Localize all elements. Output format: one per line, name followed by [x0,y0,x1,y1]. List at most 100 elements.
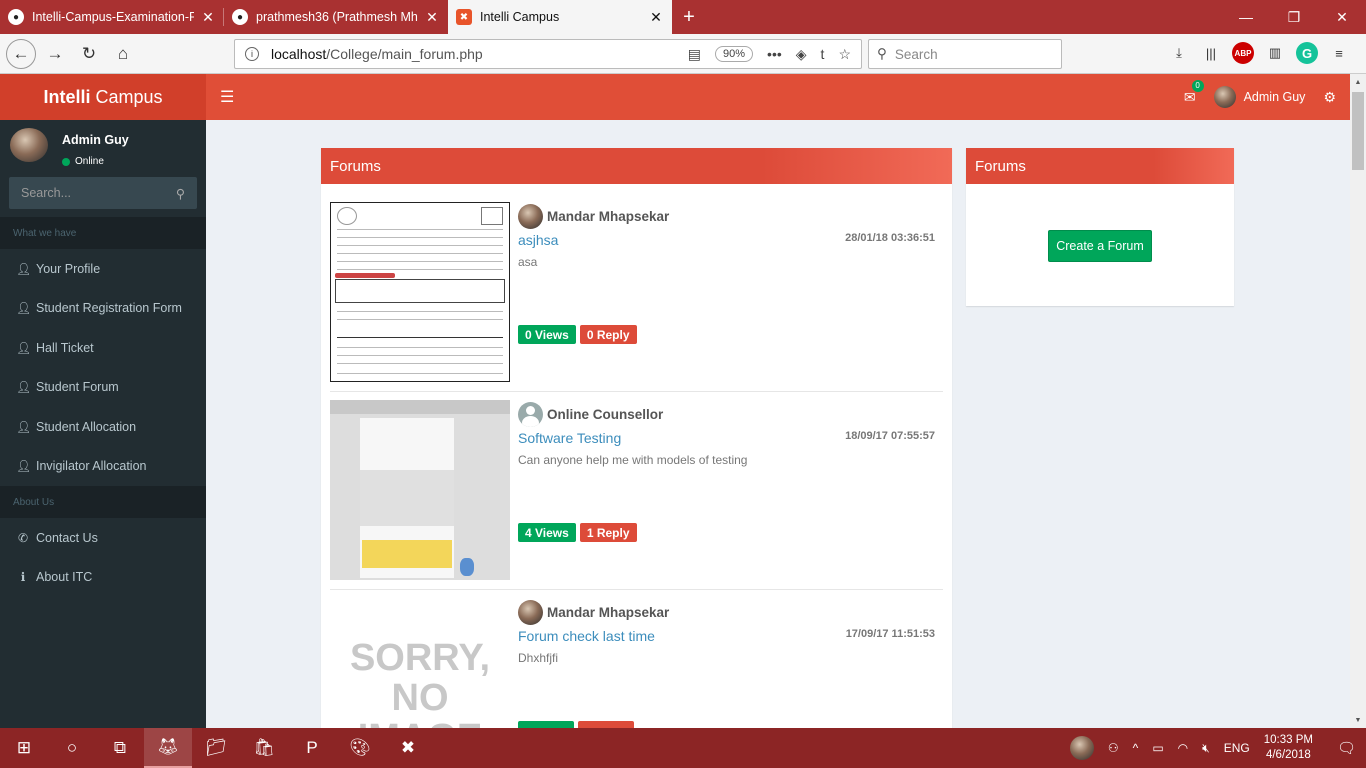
battery-icon[interactable]: ▭ [1152,741,1163,755]
online-dot-icon [62,157,70,166]
phone-icon: ✆ [17,530,29,545]
header-user-menu[interactable]: Admin Guy [1213,86,1305,108]
scroll-down-icon[interactable]: ▼ [1350,712,1366,728]
home-button[interactable]: ⌂ [108,39,138,69]
search-placeholder: Search [894,46,938,62]
menu-icon[interactable]: ≡ [1328,42,1350,64]
volume-mute-icon[interactable]: 🔇︎ [1202,741,1210,756]
sidebar-toggle-icon[interactable]: ▥ [1264,42,1286,64]
pocket-icon[interactable]: ◈ [796,46,807,63]
forum-post[interactable]: SORRY, NO IMAGE AVAILABLE Mandar Mhapsek… [330,598,943,728]
people-icon[interactable]: ⚇ [1108,741,1119,755]
sidebar-item-contact-us[interactable]: ✆ Contact Us [0,518,206,558]
notifications-icon[interactable]: 🗨︎ [1337,739,1356,757]
browser-tab-title: prathmesh36 (Prathmesh Mhap [256,10,418,24]
tumblr-icon[interactable]: t [821,46,825,62]
clock[interactable]: 10:33 PM 4/6/2018 [1264,733,1313,763]
mail-count-badge: 0 [1191,79,1204,92]
wifi-icon[interactable]: ◠ [1178,741,1188,755]
post-title-link[interactable]: Software Testing [518,430,621,446]
store-icon[interactable]: 🛍︎ [240,728,288,768]
gears-icon[interactable]: ⚙ [1323,89,1336,106]
search-icon: ⚲ [877,46,887,61]
sidebar-item-label: Student Registration Form [36,301,182,316]
browser-tab-3[interactable]: ✖ Intelli Campus ✕ [448,0,672,34]
mail-icon[interactable]: ✉ 0 [1184,79,1204,106]
sidebar-item-label: Your Profile [36,261,101,276]
windows-start-icon[interactable]: ⊞ [0,728,48,768]
sidebar-item-student-allocation[interactable]: 👤︎ Student Allocation [0,407,206,447]
page-scrollbar[interactable]: ▲ ▼ [1350,74,1366,728]
browser-search-box[interactable]: ⚲ Search [868,39,1062,69]
browser-tab-1[interactable]: ● Intelli-Campus-Examination-Po ✕ [0,0,224,34]
reload-button[interactable]: ↻ [74,39,104,69]
sidebar-item-about-itc[interactable]: ℹ About ITC [0,558,206,598]
cortana-icon[interactable]: ○ [48,728,96,768]
minimize-icon[interactable]: — [1222,0,1270,34]
forum-post[interactable]: Mandar Mhapsekar asjhsa 28/01/18 03:36:5… [330,202,943,392]
scroll-up-icon[interactable]: ▲ [1350,74,1366,90]
tray-chevron-icon[interactable]: ^ [1133,741,1139,755]
sidebar-item-student-forum[interactable]: 👤︎ Student Forum [0,368,206,408]
people-avatar[interactable] [1069,736,1094,760]
post-title-link[interactable]: asjhsa [518,232,558,248]
bookmark-star-icon[interactable]: ☆ [838,46,851,63]
task-view-icon[interactable]: ⧉ [96,728,144,768]
browser-tab-title: Intelli-Campus-Examination-Po [32,10,194,24]
user-icon: 👤︎ [16,261,32,276]
grammarly-icon[interactable]: G [1296,42,1318,64]
github-icon: ● [8,9,24,25]
search-icon[interactable]: ⚲ [176,186,185,201]
browser-tab-title: Intelli Campus [480,10,560,24]
zoom-level[interactable]: 90% [715,46,754,62]
user-icon: 👤︎ [16,301,32,316]
post-author: Mandar Mhapsekar [518,600,669,625]
library-icon[interactable]: ||| [1200,42,1222,64]
language-indicator[interactable]: ENG [1224,741,1250,755]
download-icon[interactable]: ⤓ [1168,42,1190,64]
info-icon[interactable]: i [245,47,259,61]
adblock-icon[interactable]: ABP [1232,42,1254,64]
sidebar-section-header: What we have [0,217,206,249]
xampp-icon[interactable]: ✖ [384,728,432,768]
user-icon: 👤︎ [16,459,32,474]
file-explorer-icon[interactable]: 📁︎ [192,728,240,768]
browser-tab-2[interactable]: ● prathmesh36 (Prathmesh Mhap ✕ [224,0,448,34]
forward-button[interactable]: → [40,39,70,69]
back-button[interactable]: ← [6,38,36,69]
post-thumbnail[interactable] [330,400,510,580]
sidebar-item-label: About ITC [36,570,93,585]
close-tab-icon[interactable]: ✕ [648,9,664,26]
post-thumbnail[interactable] [330,202,510,382]
create-forum-button[interactable]: Create a Forum [1048,230,1152,262]
address-bar-actions: ▤ 90% ••• ◈ t ☆ [688,46,861,63]
reader-view-icon[interactable]: ▤ [688,46,701,63]
sidebar-search-input[interactable]: Search... ⚲ [9,177,197,209]
sidebar-item-invigilator-allocation[interactable]: 👤︎ Invigilator Allocation [0,447,206,487]
close-tab-icon[interactable]: ✕ [200,9,216,26]
app-logo[interactable]: Intelli Campus [0,74,206,120]
restore-icon[interactable]: ❐ [1270,0,1318,34]
sidebar-item-your-profile[interactable]: 👤︎ Your Profile [0,249,206,289]
clock-date: 4/6/2018 [1265,749,1311,761]
sidebar-item-hall-ticket[interactable]: 👤︎ Hall Ticket [0,328,206,368]
views-badge: 0 Views [518,325,576,344]
sidebar-item-label: Invigilator Allocation [36,459,147,474]
url-host: localhost [271,46,327,62]
sidebar-item-student-registration[interactable]: 👤︎ Student Registration Form [0,289,206,329]
address-bar[interactable]: i localhost/College/main_forum.php ▤ 90%… [234,39,862,69]
firefox-icon[interactable]: 🦊︎ [144,728,192,768]
post-title-link[interactable]: Forum check last time [518,628,655,644]
sidebar-user-name: Admin Guy [62,133,129,147]
powerpoint-icon[interactable]: P [288,728,336,768]
new-tab-button[interactable]: + [672,0,706,34]
forum-post[interactable]: Online Counsellor Software Testing 18/09… [330,400,943,590]
hamburger-menu-icon[interactable]: ☰ [220,87,234,107]
online-status: Online [62,156,129,167]
paint-icon[interactable]: 🎨︎ [336,728,384,768]
close-tab-icon[interactable]: ✕ [424,9,440,26]
scrollbar-thumb[interactable] [1352,92,1364,170]
close-window-icon[interactable]: ✕ [1318,0,1366,34]
page-actions-icon[interactable]: ••• [767,46,782,62]
avatar [518,600,543,625]
